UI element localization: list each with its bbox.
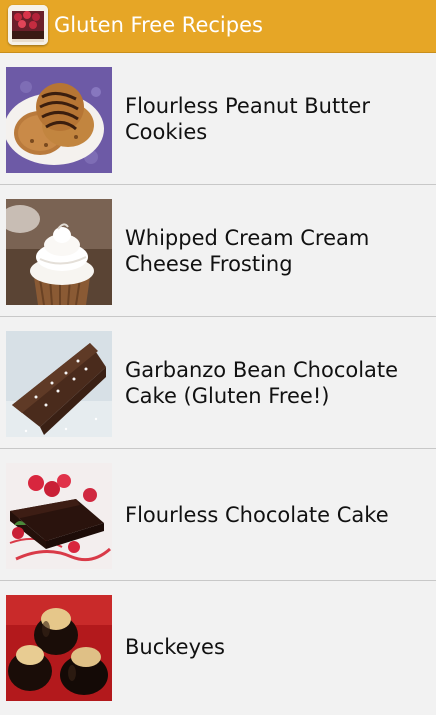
recipe-list: Flourless Peanut Butter Cookies Whipped … [0, 53, 436, 712]
recipe-list-item[interactable]: Garbanzo Bean Chocolate Cake (Gluten Fre… [0, 317, 436, 449]
recipe-title: Flourless Peanut Butter Cookies [125, 93, 370, 144]
recipe-list-item[interactable]: Flourless Peanut Butter Cookies [0, 53, 436, 185]
frosted-cupcake-photo [6, 199, 112, 305]
app-bar: Gluten Free Recipes [0, 0, 436, 53]
recipe-title: Whipped Cream Cream Cheese Frosting [125, 225, 370, 276]
recipe-list-item[interactable]: Buckeyes [0, 581, 436, 712]
app-title: Gluten Free Recipes [54, 13, 263, 37]
recipe-title: Garbanzo Bean Chocolate Cake (Gluten Fre… [125, 357, 399, 408]
flourless-cake-raspberries-photo [6, 463, 112, 569]
buckeyes-photo [6, 595, 112, 701]
recipe-title: Flourless Chocolate Cake [125, 502, 389, 527]
peanut-butter-cookies-photo [6, 67, 112, 173]
recipe-list-item[interactable]: Flourless Chocolate Cake [0, 449, 436, 581]
recipe-list-item[interactable]: Whipped Cream Cream Cheese Frosting [0, 185, 436, 317]
recipe-title: Buckeyes [125, 634, 225, 659]
chocolate-cake-slice-photo [6, 331, 112, 437]
recipe-app-icon[interactable] [8, 5, 48, 45]
